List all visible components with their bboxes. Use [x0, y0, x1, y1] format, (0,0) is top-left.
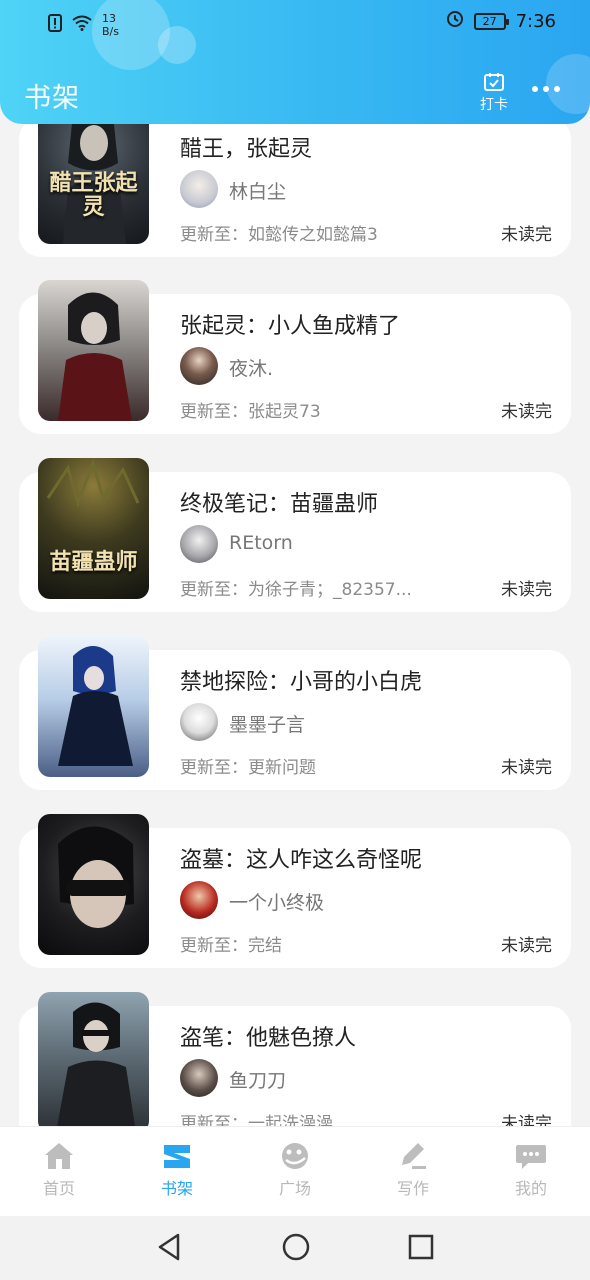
- calendar-check-icon: [472, 72, 516, 92]
- book-cover: [38, 636, 149, 777]
- latest-update: 更新至：更新问题: [180, 758, 316, 778]
- latest-update: 更新至：为徐子青；_82357...: [180, 580, 412, 600]
- book-card[interactable]: 醋王张起灵 醋王，张起灵 林白尘 更新至：如懿传之如懿篇3 未读完: [19, 124, 571, 257]
- avatar: [180, 703, 218, 741]
- read-status: 未读完: [501, 758, 552, 778]
- book-card[interactable]: 张起灵：小人鱼成精了 夜沐. 更新至：张起灵73 未读完: [19, 280, 571, 434]
- latest-update: 更新至：一起洗澡澡: [180, 1114, 333, 1126]
- chat-bubble-icon: [472, 1141, 590, 1171]
- avatar: [180, 1059, 218, 1097]
- avatar: [180, 525, 218, 563]
- read-status: 未读完: [501, 225, 552, 245]
- book-title: 终极笔记：苗疆蛊师: [180, 492, 379, 517]
- book-card[interactable]: 盗笔：他魅色撩人 鱼刀刀 更新至：一起洗澡澡 未读完: [19, 992, 571, 1126]
- book-card[interactable]: 盗墓：这人咋这么奇怪呢 一个小终极 更新至：完结 未读完: [19, 814, 571, 968]
- tab-bookshelf[interactable]: 书架: [118, 1127, 236, 1216]
- back-icon[interactable]: [156, 1232, 184, 1266]
- alarm-icon: [446, 10, 464, 33]
- pen-icon: [354, 1141, 472, 1171]
- avatar: [180, 347, 218, 385]
- book-card[interactable]: 禁地探险：小哥的小白虎 墨墨子言 更新至：更新问题 未读完: [19, 636, 571, 790]
- bookshelf-list[interactable]: 醋王张起灵 醋王，张起灵 林白尘 更新至：如懿传之如懿篇3 未读完 张起灵：小人…: [0, 124, 590, 1126]
- network-speed: 13 B/s: [102, 12, 119, 38]
- wifi-icon: [72, 15, 92, 35]
- more-icon[interactable]: [532, 86, 560, 92]
- book-cover: [38, 814, 149, 955]
- book-title: 盗墓：这人咋这么奇怪呢: [180, 848, 423, 873]
- checkin-button[interactable]: 打卡: [472, 72, 516, 114]
- read-status: 未读完: [501, 580, 552, 600]
- book-cover: 醋王张起灵: [38, 124, 149, 244]
- battery-indicator: 27: [473, 13, 509, 30]
- author-name: 一个小终极: [229, 892, 325, 914]
- page-title: 书架: [24, 83, 80, 114]
- book-title: 张起灵：小人鱼成精了: [180, 314, 401, 339]
- home-icon: [0, 1141, 118, 1171]
- book-title: 禁地探险：小哥的小白虎: [180, 670, 423, 695]
- read-status: 未读完: [501, 1114, 552, 1126]
- book-cover: [38, 280, 149, 421]
- book-card[interactable]: 苗疆蛊师 终极笔记：苗疆蛊师 REtorn 更新至：为徐子青；_82357...…: [19, 458, 571, 612]
- app-header: 13 B/s 27 7:36 书架 打卡: [0, 0, 590, 124]
- book-cover: [38, 992, 149, 1126]
- tab-home[interactable]: 首页: [0, 1127, 118, 1216]
- book-title: 盗笔：他魅色撩人: [180, 1026, 357, 1051]
- bookshelf-icon: [118, 1141, 236, 1171]
- author-name: 鱼刀刀: [229, 1070, 287, 1092]
- plaza-icon: [236, 1141, 354, 1171]
- recents-icon[interactable]: [407, 1232, 435, 1266]
- tab-mine[interactable]: 我的: [472, 1127, 590, 1216]
- author-name: 墨墨子言: [229, 714, 306, 736]
- tab-write[interactable]: 写作: [354, 1127, 472, 1216]
- decor-bubble: [546, 54, 590, 114]
- status-bar: 13 B/s 27 7:36: [0, 0, 590, 46]
- home-circle-icon[interactable]: [281, 1232, 311, 1266]
- latest-update: 更新至：完结: [180, 936, 282, 956]
- read-status: 未读完: [501, 402, 552, 422]
- read-status: 未读完: [501, 936, 552, 956]
- clock: 7:36: [515, 11, 556, 32]
- checkin-label: 打卡: [480, 97, 508, 113]
- alert-icon: [48, 14, 62, 36]
- system-nav-bar: [0, 1216, 590, 1280]
- avatar: [180, 881, 218, 919]
- author-name: 夜沐.: [229, 358, 274, 380]
- bottom-tab-bar: 首页 书架 广场 写作 我的: [0, 1126, 590, 1216]
- latest-update: 更新至：如懿传之如懿篇3: [180, 225, 378, 245]
- author-name: 林白尘: [229, 181, 287, 203]
- latest-update: 更新至：张起灵73: [180, 402, 321, 422]
- book-cover: 苗疆蛊师: [38, 458, 149, 599]
- book-title: 醋王，张起灵: [180, 137, 313, 162]
- avatar: [180, 170, 218, 208]
- author-name: REtorn: [229, 532, 293, 554]
- tab-plaza[interactable]: 广场: [236, 1127, 354, 1216]
